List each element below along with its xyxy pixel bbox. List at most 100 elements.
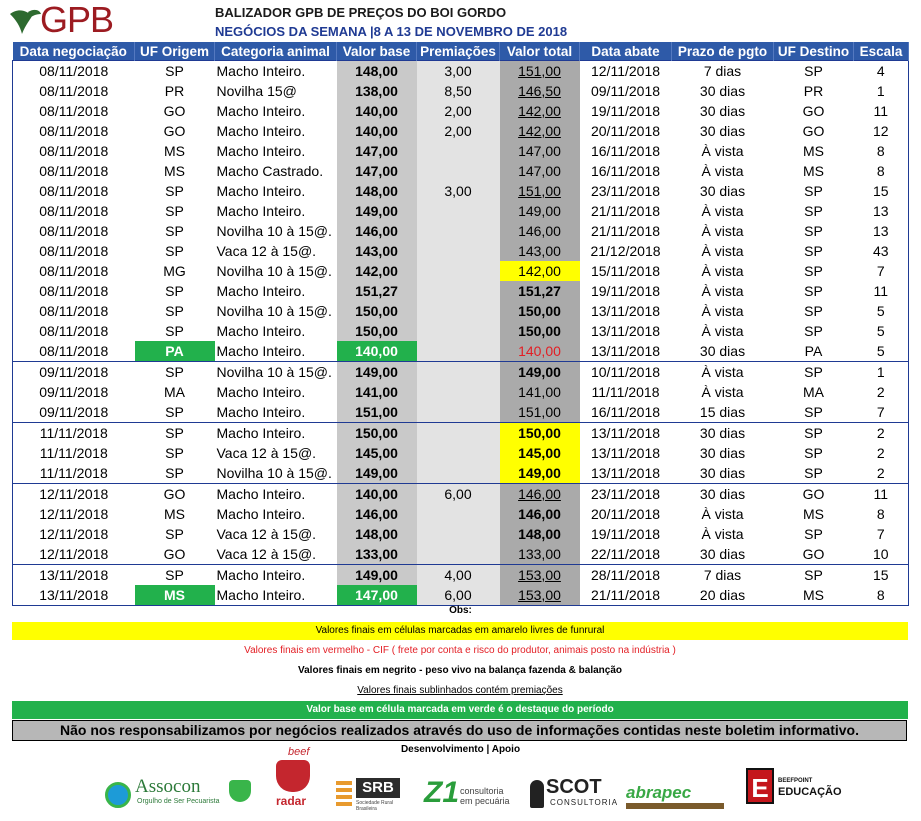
cell-uf-origem: MG [163,263,186,279]
cell-premiacoes: 4,00 [416,564,500,585]
column-header: Categoria animal [214,42,337,61]
cell-valor-total: 153,00 [499,564,580,585]
cell-date: 08/11/2018 [12,181,135,201]
logo-wordmark: GPB [40,0,114,40]
cell-premiacoes [416,422,500,443]
disclaimer: Não nos responsabilizamos por negócios r… [12,720,907,741]
gpb-logo: GPB [8,2,128,38]
cell-premiacoes: 8,50 [416,81,500,101]
cell-prazo: 7 dias [671,564,774,585]
column-header: UF Destino [773,42,854,61]
cell-valor-base: 150,00 [336,321,417,341]
cell-escala: 5 [853,301,909,321]
cell-premiacoes: 6,00 [416,483,500,504]
cell-categoria: Macho Inteiro. [214,483,337,504]
table-row: 08/11/2018 GO Macho Inteiro. 140,00 2,00 142,… [12,121,909,141]
cell-categoria: Macho Castrado. [216,163,324,179]
cell-categoria: Macho Inteiro. [214,422,337,443]
cell-valor-total: 150,00 [499,321,580,341]
cell-data-abate: 16/11/2018 [590,163,661,179]
cell-data-abate: 19/11/2018 [590,526,661,542]
cell-uf-origem: SP [165,243,184,259]
obs-label: Obs: [449,605,472,616]
table-row: 08/11/2018 SP Macho Inteiro. 149,00 149,00 21… [12,201,909,221]
cell-uf-origem: GO [163,546,186,562]
cell-prazo: 30 dias [671,483,774,504]
cell-uf-destino: SP [804,183,823,199]
cell-uf-origem: PR [164,83,185,99]
cell-valor-base: 149,00 [336,201,417,221]
bulletin-page: GPB BALIZADOR GPB DE PREÇOS DO BOI GORDO… [0,0,921,821]
wheat-icon [336,778,352,806]
cell-uf-destino: PA [804,343,823,359]
cell-prazo: 30 dias [699,465,746,481]
table-row: 08/11/2018 MS Macho Castrado. 147,00 147,00 1… [12,161,909,181]
cell-valor-total: 142,00 [499,261,580,281]
cell-valor-total: 141,00 [499,382,580,402]
report-subtitle: NEGÓCIOS DA SEMANA |8 A 13 DE NOVEMBRO D… [215,24,568,39]
cell-escala: 7 [853,261,909,281]
cell-premiacoes [416,382,500,402]
cell-categoria: Macho Inteiro. [214,564,337,585]
cell-prazo: À vista [701,526,744,542]
cell-categoria: Macho Inteiro. [214,60,337,81]
cell-uf-destino: SP [804,445,823,461]
cell-uf-origem: SP [165,465,184,481]
cell-premiacoes: 2,00 [416,121,500,141]
cell-date: 08/11/2018 [12,321,135,341]
cell-uf-destino: SP [804,203,823,219]
table-row: 08/11/2018 MG Novilha 10 à 15@. 142,00 142,0… [12,261,909,281]
table-row: 12/11/2018 GO Macho Inteiro. 140,00 6,00 146,… [12,483,909,504]
report-title: BALIZADOR GPB DE PREÇOS DO BOI GORDO [215,5,507,20]
bird-icon [10,9,41,34]
table-row: 08/11/2018 PA Macho Inteiro. 140,00 140,00 13… [12,341,909,362]
table-row: 11/11/2018 SP Novilha 10 à 15@. 149,00 149,0… [12,463,909,484]
cell-prazo: 30 dias [699,445,746,461]
table-row: 08/11/2018 SP Macho Inteiro. 150,00 150,00 13… [12,321,909,341]
cell-date: 08/11/2018 [12,261,135,281]
scot-logo: SCOT CONSULTORIA [530,776,617,810]
cell-categoria: Macho Inteiro. [216,283,306,299]
cell-categoria: Vaca 12 à 15@. [216,526,317,542]
cow-head-icon [229,780,251,802]
cell-escala: 15 [853,564,909,585]
cell-escala: 43 [853,241,909,261]
cell-valor-total: 150,00 [499,422,580,443]
cell-valor-base: 146,00 [336,504,417,524]
legend-green: Valor base em célula marcada em verde é … [12,701,908,719]
cell-premiacoes [416,443,500,463]
table-body: 08/11/2018 SP Macho Inteiro. 148,00 3,00 151,… [12,60,909,606]
cell-uf-destino: SP [773,361,854,382]
table-row: 12/11/2018 MS Macho Inteiro. 146,00 146,00 20… [12,504,909,524]
table-header-row: Data negociação UF Origem Categoria animal… [12,42,909,61]
table-row: 09/11/2018 MA Macho Inteiro. 141,00 141,00 11… [12,382,909,402]
cell-uf-destino: GO [802,546,825,562]
table-row: 08/11/2018 MS Macho Inteiro. 147,00 147,00 16… [12,141,909,161]
cell-premiacoes: 2,00 [416,101,500,121]
cell-date: 12/11/2018 [12,483,135,504]
cell-valor-base: 150,00 [336,301,417,321]
legend-bold: Valores finais em negrito - peso vivo na… [298,665,622,676]
cell-escala: 1 [853,81,909,101]
cell-prazo: À vista [701,243,744,259]
cell-valor-total: 133,00 [499,544,580,565]
cell-valor-total: 146,00 [499,504,580,524]
cell-uf-origem: MS [134,585,215,606]
cell-uf-destino: MS [773,585,854,606]
cell-valor-base: 148,00 [336,524,417,544]
cell-escala: 5 [853,321,909,341]
cell-premiacoes [416,463,500,484]
table-row: 12/11/2018 SP Vaca 12 à 15@. 148,00 148,00 19… [12,524,909,544]
cell-prazo: À vista [701,323,744,339]
cell-uf-destino: MS [803,163,824,179]
cell-date: 08/11/2018 [12,121,135,141]
column-header: Data negociação [12,42,135,61]
cell-uf-origem: SP [134,60,215,81]
beefpoint-educacao-logo: E BEEFPOINT EDUCAÇÃO [746,768,842,810]
cell-valor-total: 151,00 [499,181,580,201]
cell-categoria: Macho Inteiro. [216,323,306,339]
cell-uf-destino: SP [804,465,823,481]
table-row: 09/11/2018 SP Novilha 10 à 15@. 149,00 149,0… [12,361,909,382]
cell-date: 13/11/2018 [12,564,135,585]
cell-premiacoes [416,341,500,362]
